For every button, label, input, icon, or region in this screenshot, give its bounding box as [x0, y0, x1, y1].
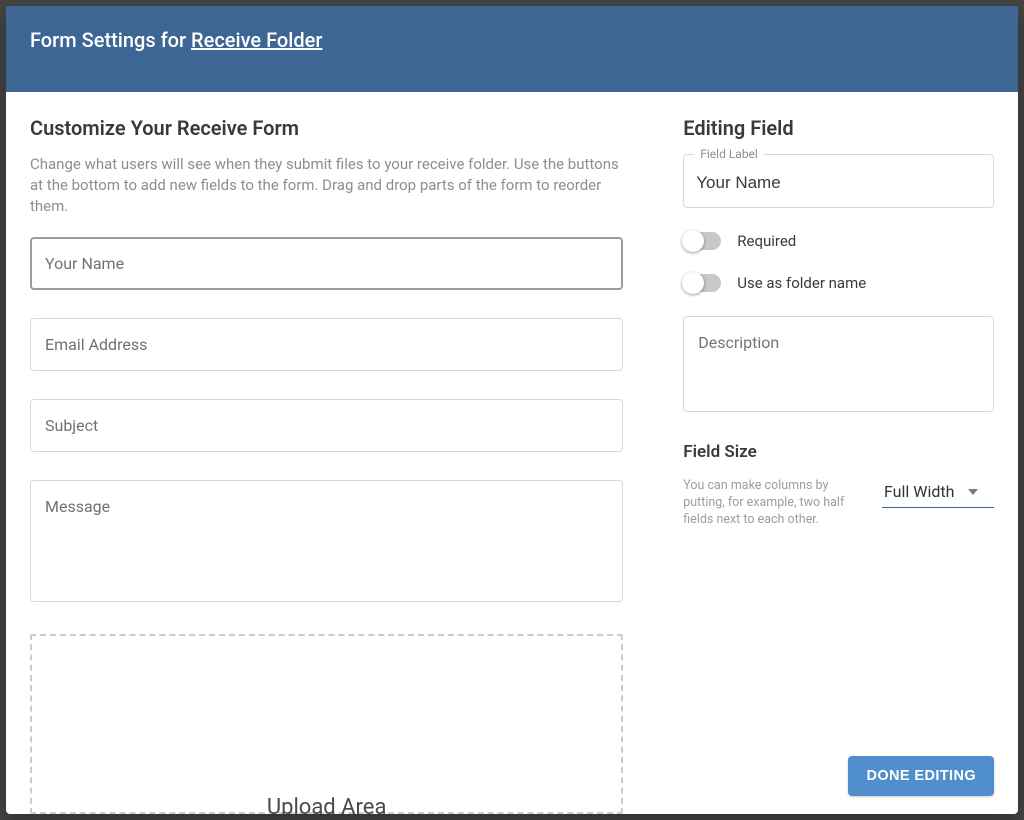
- modal-header: Form Settings for Receive Folder: [6, 6, 1018, 92]
- field-size-row: You can make columns by putting, for exa…: [683, 478, 994, 529]
- customize-description: Change what users will see when they sub…: [30, 154, 623, 217]
- editing-field-title: Editing Field: [683, 116, 994, 140]
- upload-area[interactable]: Upload Area: [30, 634, 623, 814]
- field-label-input[interactable]: [696, 173, 981, 193]
- field-label-legend: Field Label: [694, 147, 764, 161]
- form-preview-pane: Customize Your Receive Form Change what …: [30, 116, 623, 814]
- toggle-knob: [682, 230, 704, 252]
- modal-footer: DONE EDITING: [848, 756, 994, 796]
- modal-title-prefix: Form Settings for: [30, 28, 191, 52]
- form-field-name[interactable]: Your Name: [30, 237, 623, 290]
- folder-name-toggle[interactable]: [683, 274, 721, 292]
- field-size-select[interactable]: Full Width: [882, 478, 994, 508]
- required-toggle[interactable]: [683, 232, 721, 250]
- field-editor-pane: Editing Field Field Label Required Use a…: [683, 116, 994, 814]
- form-settings-modal: Form Settings for Receive Folder Customi…: [6, 6, 1018, 814]
- field-label-box: Field Label: [683, 154, 994, 208]
- form-field-subject[interactable]: Subject: [30, 399, 623, 452]
- modal-body: Customize Your Receive Form Change what …: [6, 92, 1018, 814]
- folder-name-label: Use as folder name: [737, 274, 866, 292]
- folder-name-row: Use as folder name: [683, 274, 994, 292]
- upload-area-label: Upload Area: [267, 795, 387, 814]
- toggle-knob: [682, 272, 704, 294]
- chevron-down-icon: [968, 489, 978, 495]
- form-field-message[interactable]: Message: [30, 480, 623, 602]
- form-field-email[interactable]: Email Address: [30, 318, 623, 371]
- field-size-title: Field Size: [683, 442, 994, 462]
- required-row: Required: [683, 232, 994, 250]
- receive-folder-link[interactable]: Receive Folder: [191, 28, 322, 52]
- field-size-description: You can make columns by putting, for exa…: [683, 478, 854, 529]
- description-input[interactable]: [683, 316, 994, 412]
- required-label: Required: [737, 232, 796, 250]
- field-size-value: Full Width: [884, 482, 954, 501]
- done-editing-button[interactable]: DONE EDITING: [848, 756, 994, 796]
- customize-title: Customize Your Receive Form: [30, 116, 623, 140]
